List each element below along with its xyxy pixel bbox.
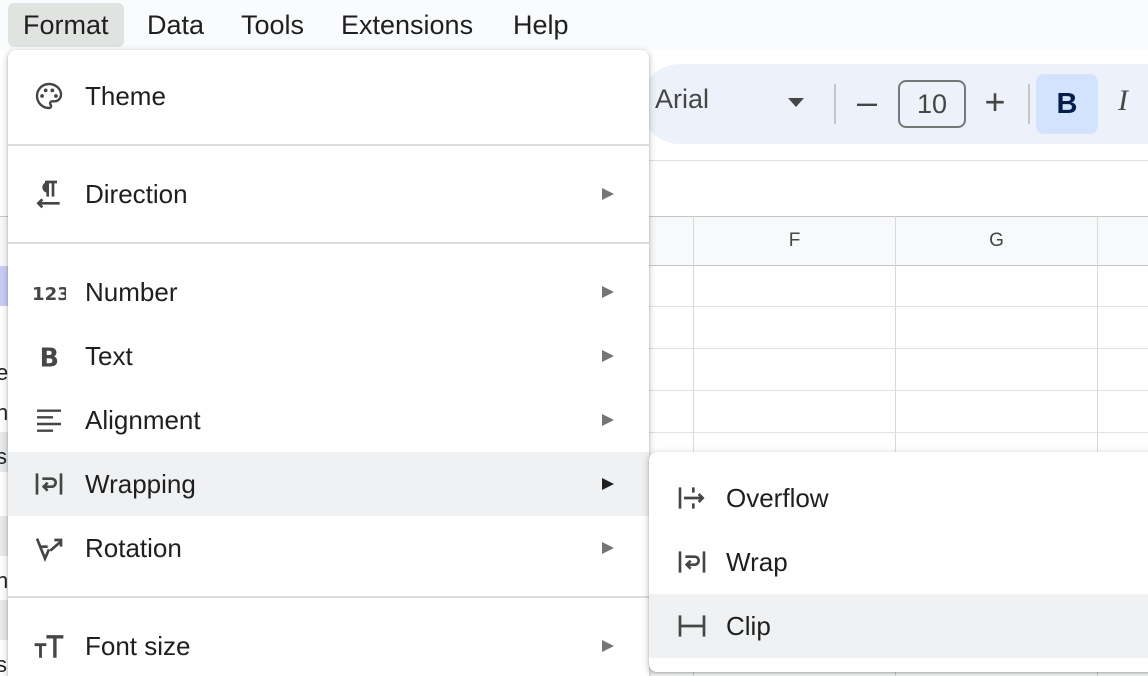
grid-line	[640, 306, 1148, 307]
row-edge	[0, 600, 8, 640]
menu-divider	[8, 596, 649, 598]
cell-text-fragment: e	[0, 360, 9, 385]
svg-text:123: 123	[32, 284, 66, 305]
toolbar-divider	[1028, 84, 1030, 124]
wrap-icon	[32, 468, 66, 500]
number-format-icon: 123	[32, 276, 66, 308]
cell-text-fragment: n	[0, 568, 9, 593]
decrease-font-size-button[interactable]: –	[852, 82, 882, 122]
menu-tools[interactable]: Tools	[226, 3, 319, 47]
submenu-item-label: Overflow	[726, 483, 829, 513]
menu-item-text[interactable]: B Text	[8, 324, 649, 388]
align-left-icon	[32, 404, 66, 436]
format-menu: Theme Direction 123 Number B Text Alignm…	[8, 50, 649, 676]
submenu-arrow-icon	[602, 350, 614, 362]
submenu-item-clip[interactable]: Clip	[649, 594, 1148, 658]
clip-icon	[675, 610, 709, 642]
submenu-arrow-icon	[602, 286, 614, 298]
font-size-input[interactable]: 10	[898, 80, 966, 128]
svg-text:B: B	[40, 343, 59, 372]
chevron-down-icon[interactable]	[788, 98, 804, 107]
menu-item-direction[interactable]: Direction	[8, 162, 649, 226]
grid-line	[640, 348, 1148, 349]
submenu-arrow-icon	[602, 478, 614, 490]
menu-item-rotation[interactable]: Rotation	[8, 516, 649, 580]
menu-divider	[8, 144, 649, 146]
bold-button[interactable]: B	[1036, 74, 1098, 134]
wrapping-submenu: Overflow Wrap Clip	[649, 452, 1148, 672]
wrap-icon	[675, 546, 709, 578]
overflow-icon	[675, 482, 709, 514]
menu-item-wrapping[interactable]: Wrapping	[8, 452, 649, 516]
menu-format[interactable]: Format	[8, 3, 124, 47]
font-family-select[interactable]: Arial	[655, 84, 709, 115]
menu-item-label: Rotation	[85, 533, 182, 563]
cell-text-fragment: s	[0, 652, 7, 676]
menu-data[interactable]: Data	[132, 3, 219, 47]
text-rotation-icon	[32, 532, 66, 564]
menu-item-label: Font size	[85, 631, 191, 661]
menu-item-theme[interactable]: Theme	[8, 64, 649, 128]
menu-item-label: Theme	[85, 81, 166, 111]
grid-line	[640, 390, 1148, 391]
menu-item-label: Text	[85, 341, 133, 371]
submenu-arrow-icon	[602, 188, 614, 200]
menu-help[interactable]: Help	[498, 3, 584, 47]
cell-text-fragment: s	[0, 444, 7, 469]
menu-item-alignment[interactable]: Alignment	[8, 388, 649, 452]
font-size-icon	[32, 630, 66, 662]
menu-extensions[interactable]: Extensions	[326, 3, 488, 47]
submenu-item-label: Wrap	[726, 547, 788, 577]
submenu-arrow-icon	[602, 414, 614, 426]
submenu-item-overflow[interactable]: Overflow	[649, 466, 1148, 530]
grid-line	[640, 432, 1148, 433]
increase-font-size-button[interactable]: +	[980, 82, 1010, 122]
submenu-item-wrap[interactable]: Wrap	[649, 530, 1148, 594]
text-direction-icon	[32, 178, 66, 210]
menu-item-label: Alignment	[85, 405, 201, 435]
submenu-item-label: Clip	[726, 611, 771, 641]
column-header-g[interactable]: G	[896, 216, 1097, 266]
selected-row-edge	[0, 266, 8, 306]
column-header-f[interactable]: F	[694, 216, 895, 266]
menu-item-label: Number	[85, 277, 178, 307]
bold-icon: B	[32, 340, 66, 372]
menu-divider	[8, 242, 649, 244]
formula-bar-divider	[640, 160, 1148, 161]
menu-item-label: Wrapping	[85, 469, 196, 499]
row-header-edge	[0, 216, 8, 266]
submenu-arrow-icon	[602, 640, 614, 652]
toolbar-divider	[834, 84, 836, 124]
menu-bar: Format Data Tools Extensions Help	[0, 0, 1148, 50]
menu-item-label: Direction	[85, 179, 188, 209]
menu-item-number[interactable]: 123 Number	[8, 260, 649, 324]
cell-text-fragment: h	[0, 400, 9, 425]
palette-icon	[32, 80, 66, 112]
menu-item-font-size[interactable]: Font size	[8, 614, 649, 676]
row-edge	[0, 516, 8, 556]
submenu-arrow-icon	[602, 542, 614, 554]
italic-button[interactable]: I	[1118, 84, 1128, 118]
